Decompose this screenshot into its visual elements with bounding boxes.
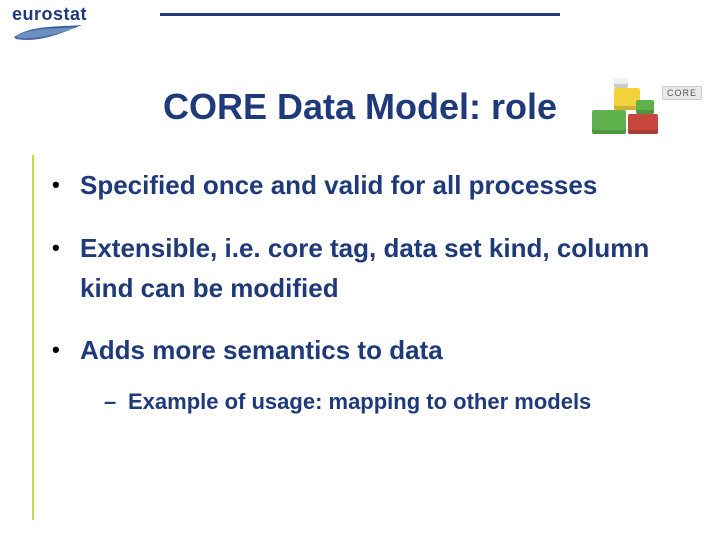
bullet-marker-icon: • xyxy=(52,228,80,269)
sub-bullet-item: – Example of usage: mapping to other mod… xyxy=(104,385,680,418)
bullet-text: Extensible, i.e. core tag, data set kind… xyxy=(80,228,680,309)
slide-title: CORE Data Model: role xyxy=(0,86,720,128)
header-divider xyxy=(160,13,560,16)
bullet-item: • Adds more semantics to data xyxy=(52,330,680,371)
content-area: • Specified once and valid for all proce… xyxy=(32,155,680,520)
bullet-item: • Extensible, i.e. core tag, data set ki… xyxy=(52,228,680,309)
sub-bullet-marker-icon: – xyxy=(104,385,128,418)
bullet-marker-icon: • xyxy=(52,165,80,206)
bullet-item: • Specified once and valid for all proce… xyxy=(52,165,680,206)
eurostat-logo: eurostat xyxy=(12,4,87,48)
sub-bullet-text: Example of usage: mapping to other model… xyxy=(128,385,680,418)
eurostat-swoosh-icon xyxy=(12,23,84,43)
bullet-text: Adds more semantics to data xyxy=(80,330,680,370)
bullet-marker-icon: • xyxy=(52,330,80,371)
bullet-text: Specified once and valid for all process… xyxy=(80,165,680,205)
eurostat-logo-text: eurostat xyxy=(12,4,87,25)
